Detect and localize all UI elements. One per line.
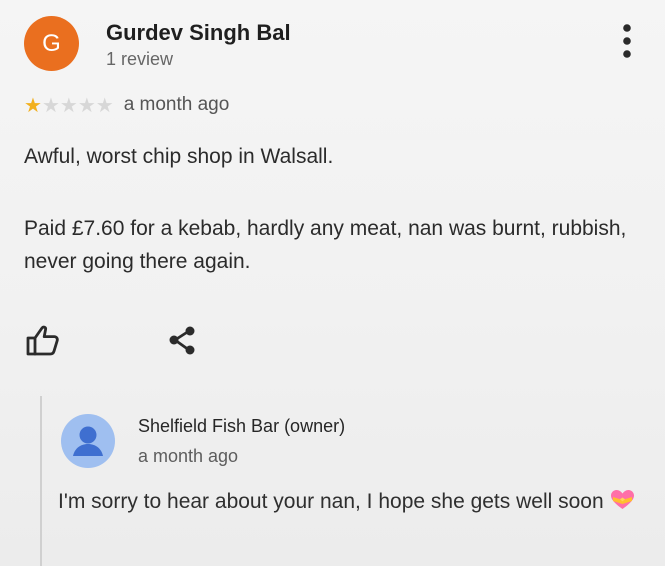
star-empty-icon: ★ [95,93,114,117]
share-icon[interactable] [166,324,200,358]
review-page: G Gurdev Singh Bal 1 review ★ ★ ★ ★ ★ a mont… [0,0,665,566]
reply-text: I'm sorry to hear about your nan, I hope… [58,490,604,513]
review-text-line: Awful, worst chip shop in Walsall. [24,145,334,168]
star-filled-icon: ★ [24,93,42,117]
reply-time: a month ago [138,446,239,466]
thumbs-up-icon[interactable] [24,322,60,358]
rating-row: ★ ★ ★ ★ ★ a month ago [24,92,229,118]
heart-ribbon-emoji-icon [610,490,634,509]
star-empty-icon: ★ [59,93,78,117]
review-time: a month ago [123,94,230,115]
reviewer-header: G Gurdev Singh Bal 1 review [24,16,644,76]
star-rating: ★ ★ ★ ★ ★ [24,95,114,115]
reply-text-block: I'm sorry to hear about your nan, I hope… [58,484,643,519]
reviewer-review-count: 1 review [106,49,174,69]
reviewer-avatar[interactable]: G [24,16,79,71]
review-actions [24,322,224,362]
reviewer-name[interactable]: Gurdev Singh Bal [106,20,291,46]
owner-reply: Shelfield Fish Bar (owner) a month ago I… [40,396,652,566]
star-empty-icon: ★ [41,93,60,117]
review-text-paragraph: Paid £7.60 for a kebab, hardly any meat,… [24,217,627,273]
owner-name[interactable]: Shelfield Fish Bar (owner) [138,416,345,437]
more-options-icon[interactable] [622,22,632,62]
star-empty-icon: ★ [77,93,96,117]
owner-avatar-icon[interactable] [61,414,115,468]
